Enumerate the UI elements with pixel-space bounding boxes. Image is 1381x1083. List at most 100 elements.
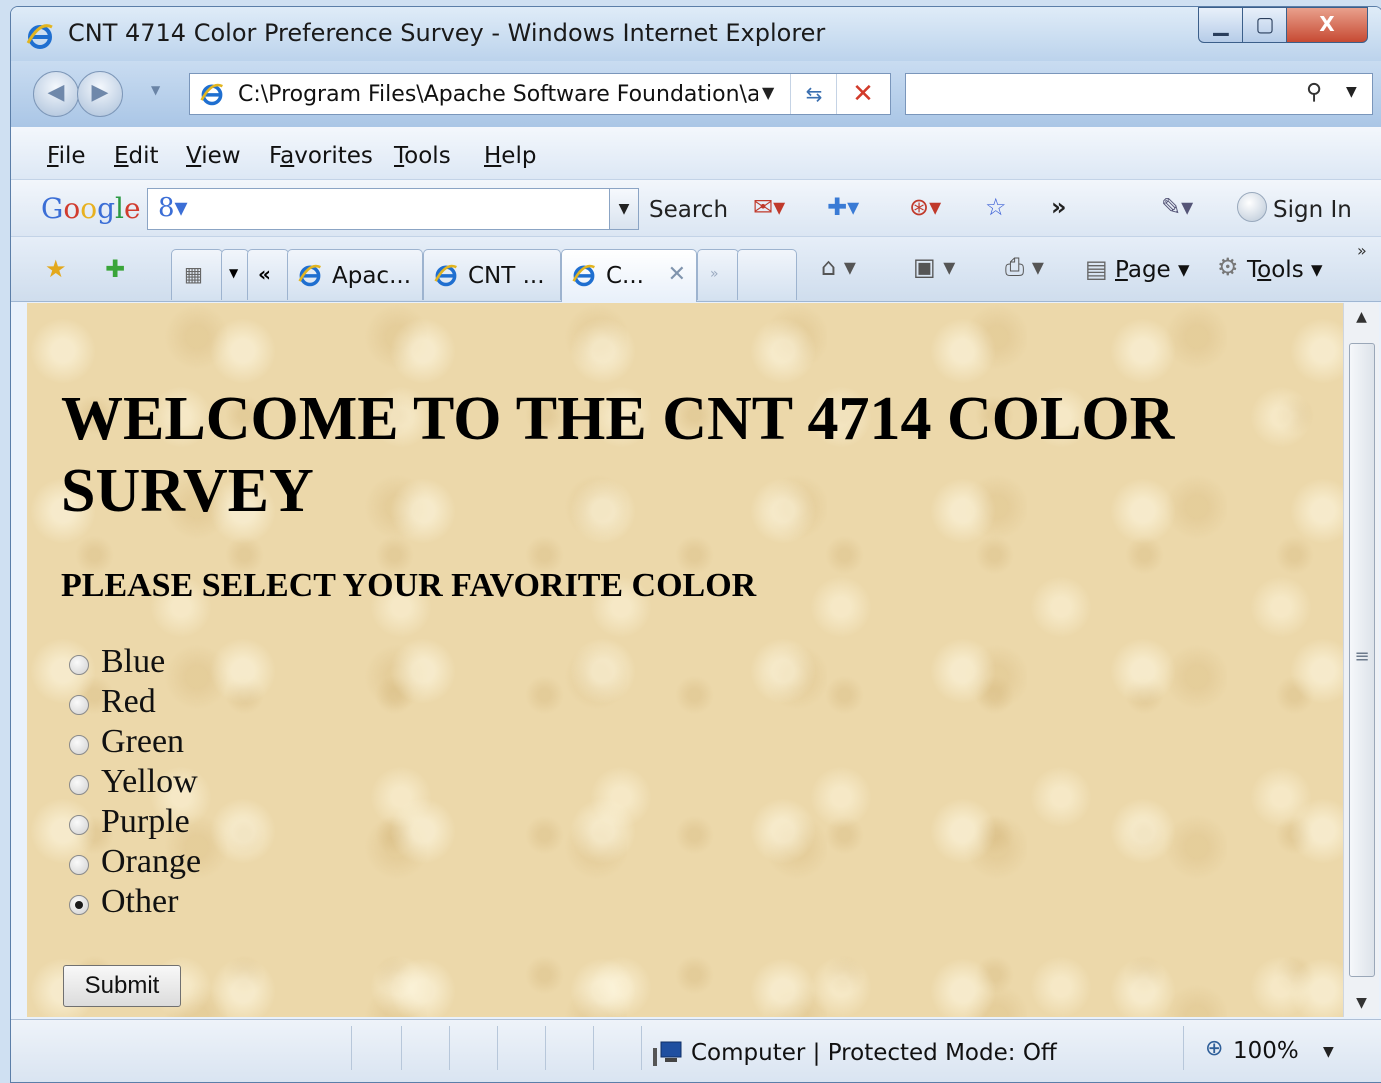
option-label: Orange <box>101 843 202 880</box>
sign-in-button[interactable]: Sign In <box>1273 197 1352 223</box>
scroll-thumb[interactable]: ≡ <box>1349 343 1375 977</box>
scroll-tabs-left[interactable]: « <box>247 249 289 300</box>
scroll-down-icon[interactable]: ▼ <box>1344 995 1379 1011</box>
address-input[interactable]: C:\Program Files\Apache Software Foundat… <box>238 82 758 107</box>
forward-arrow-icon: ▶ <box>91 80 109 105</box>
status-divider <box>641 1026 642 1070</box>
option-label: Blue <box>101 643 166 680</box>
status-divider <box>593 1026 594 1070</box>
page-menu[interactable]: Page ▾ <box>1115 257 1190 283</box>
radio-green[interactable] <box>69 735 89 755</box>
window-title: CNT 4714 Color Preference Survey - Windo… <box>68 19 826 47</box>
recent-pages-dropdown[interactable]: ▼ <box>151 83 160 97</box>
bookmarks-plus-icon[interactable]: ✚▾ <box>827 193 859 221</box>
ie-tab-icon <box>434 264 457 287</box>
search-box[interactable]: ⚲ ▼ <box>905 73 1373 115</box>
pagerank-icon[interactable]: ⊛▾ <box>909 193 941 221</box>
google-search-field[interactable]: 8▾ ▼ <box>147 188 639 230</box>
favorites-center-icon[interactable]: ★ <box>45 255 67 283</box>
scroll-right-icon: » <box>710 266 719 282</box>
back-button[interactable]: ◀ <box>33 71 79 117</box>
security-zone-text[interactable]: Computer | Protected Mode: Off <box>691 1040 1057 1066</box>
tab-label: Apac... <box>332 263 412 289</box>
tab-list-dropdown[interactable]: ▼ <box>221 249 249 300</box>
menu-edit[interactable]: Edit <box>114 143 159 169</box>
page-content: WELCOME TO THE CNT 4714 COLOR SURVEY PLE… <box>27 303 1343 1017</box>
wrench-icon[interactable]: ✎▾ <box>1161 193 1193 221</box>
search-options-dropdown[interactable]: ▼ <box>1346 84 1357 100</box>
option-label: Other <box>101 883 179 920</box>
google-toolbar: Google 8▾ ▼ Search ✉▾ ✚▾ ⊛▾ ☆ » ✎▾ Sign … <box>11 180 1381 237</box>
tab-color-survey[interactable]: C... ✕ <box>561 249 697 302</box>
google-search-dropdown[interactable]: ▼ <box>609 189 638 229</box>
close-tab-icon[interactable]: ✕ <box>668 262 686 287</box>
quick-tabs-icon: ▦ <box>184 262 203 286</box>
ie-icon <box>26 24 53 49</box>
menu-bar: File Edit View Favorites Tools Help <box>11 127 1381 180</box>
radio-purple[interactable] <box>69 815 89 835</box>
radio-blue[interactable] <box>69 655 89 675</box>
page-heading: WELCOME TO THE CNT 4714 COLOR SURVEY <box>61 385 1175 525</box>
zoom-icon: ⊕ <box>1205 1036 1224 1061</box>
menu-file[interactable]: File <box>47 143 86 169</box>
menu-view[interactable]: View <box>186 143 241 169</box>
stop-button[interactable]: ✕ <box>836 74 889 114</box>
print-icon[interactable]: ⎙ ▾ <box>1005 253 1044 281</box>
address-bar[interactable]: C:\Program Files\Apache Software Foundat… <box>189 73 891 115</box>
google-g-icon: 8▾ <box>158 193 188 223</box>
radio-other[interactable] <box>69 895 89 915</box>
star-bookmark-icon[interactable]: ☆ <box>985 193 1007 221</box>
submit-button[interactable]: Submit <box>63 965 181 1007</box>
forward-button[interactable]: ▶ <box>77 71 123 117</box>
title-bar: CNT 4714 Color Preference Survey - Windo… <box>11 7 1381 61</box>
back-arrow-icon: ◀ <box>47 80 65 105</box>
tab-apache[interactable]: Apac... <box>287 249 423 300</box>
menu-favorites[interactable]: Favorites <box>269 143 373 169</box>
radio-yellow[interactable] <box>69 775 89 795</box>
minimize-button[interactable]: ▁ <box>1198 7 1244 43</box>
vertical-scrollbar[interactable]: ▲ ≡ ▼ <box>1343 303 1379 1017</box>
radio-red[interactable] <box>69 695 89 715</box>
more-buttons-icon[interactable]: » <box>1051 193 1067 221</box>
page-icon: ▤ <box>1085 255 1108 283</box>
minimize-icon: ▁ <box>1213 12 1229 36</box>
toolbar-overflow-icon[interactable]: » <box>1357 241 1367 260</box>
home-icon[interactable]: ⌂ ▾ <box>821 253 856 281</box>
zoom-level[interactable]: 100% <box>1233 1038 1299 1064</box>
zoom-dropdown-icon[interactable]: ▼ <box>1323 1044 1334 1060</box>
scroll-up-icon[interactable]: ▲ <box>1344 309 1379 325</box>
new-tab-button[interactable] <box>737 249 797 300</box>
scroll-tabs-right[interactable]: » <box>697 249 739 300</box>
menu-tools[interactable]: Tools <box>394 143 451 169</box>
search-icon[interactable]: ⚲ <box>1306 80 1322 105</box>
tools-menu[interactable]: Tools ▾ <box>1247 257 1323 283</box>
tab-bar: ★ ✚ ▦ ▼ « Apac... CNT ... C... ✕ » ⌂ ▾ ▣… <box>11 237 1381 302</box>
ie-tab-icon <box>572 264 595 287</box>
close-button[interactable]: X <box>1286 7 1368 43</box>
status-bar: Computer | Protected Mode: Off ⊕ 100% ▼ <box>11 1019 1381 1082</box>
refresh-button[interactable]: ⇆ <box>790 74 837 114</box>
google-search-button[interactable]: Search <box>649 197 728 223</box>
tools-gear-icon: ⚙ <box>1217 253 1239 281</box>
sign-in-icon <box>1237 192 1267 222</box>
popup-blocker-icon[interactable]: ✉▾ <box>753 193 785 221</box>
menu-help[interactable]: Help <box>484 143 536 169</box>
maximize-button[interactable]: ▢ <box>1242 7 1288 43</box>
status-divider <box>351 1026 352 1070</box>
navigation-bar: ◀ ▶ ▼ C:\Program Files\Apache Software F… <box>11 61 1381 127</box>
feeds-icon[interactable]: ▣ ▾ <box>913 253 955 281</box>
tab-cnt[interactable]: CNT ... <box>423 249 561 300</box>
address-dropdown-icon[interactable]: ▼ <box>762 83 774 102</box>
option-label: Yellow <box>101 763 198 800</box>
maximize-icon: ▢ <box>1255 12 1275 36</box>
quick-tabs-button[interactable]: ▦ <box>171 249 223 300</box>
google-logo: Google <box>41 192 141 225</box>
status-divider <box>545 1026 546 1070</box>
radio-orange[interactable] <box>69 855 89 875</box>
option-label: Green <box>101 723 185 760</box>
tab-label: C... <box>606 263 644 289</box>
browser-window: CNT 4714 Color Preference Survey - Windo… <box>10 6 1381 1083</box>
add-favorites-icon[interactable]: ✚ <box>105 255 125 283</box>
option-label: Red <box>101 683 156 720</box>
scroll-grip-icon: ≡ <box>1354 646 1370 667</box>
